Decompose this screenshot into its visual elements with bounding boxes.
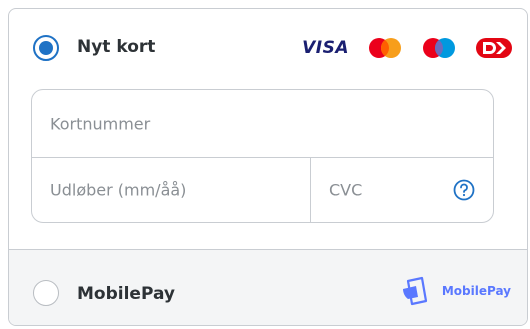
card-brand-logos: VISA	[302, 37, 513, 59]
new-card-radio[interactable]	[33, 35, 59, 61]
dankort-logo	[476, 38, 512, 58]
card-number-field[interactable]	[32, 90, 493, 158]
mobilepay-label: MobilePay	[77, 284, 175, 304]
cvc-input[interactable]	[329, 180, 451, 200]
mobilepay-logo-text: MobilePay	[441, 284, 511, 298]
payment-method-panel: Nyt kort VISA Kortnummer Udløber (mm/åå)…	[8, 8, 528, 326]
expiry-field[interactable]	[32, 158, 311, 222]
card-fields-group	[31, 89, 494, 223]
card-number-input[interactable]	[50, 114, 451, 133]
mobilepay-logo: MobilePay	[400, 274, 511, 308]
mobilepay-radio[interactable]	[33, 280, 59, 306]
visa-logo: VISA	[302, 38, 349, 58]
maestro-logo	[423, 38, 455, 58]
question-circle-icon[interactable]	[453, 179, 475, 201]
expiry-input[interactable]	[50, 180, 268, 200]
mobilepay-phone-icon	[402, 276, 427, 306]
payment-option-new-card[interactable]: Nyt kort VISA	[9, 9, 527, 250]
cvc-field[interactable]	[311, 158, 493, 222]
mastercard-logo	[369, 38, 401, 58]
new-card-label: Nyt kort	[77, 37, 156, 57]
payment-option-mobilepay[interactable]: MobilePay MobilePay	[9, 250, 527, 325]
